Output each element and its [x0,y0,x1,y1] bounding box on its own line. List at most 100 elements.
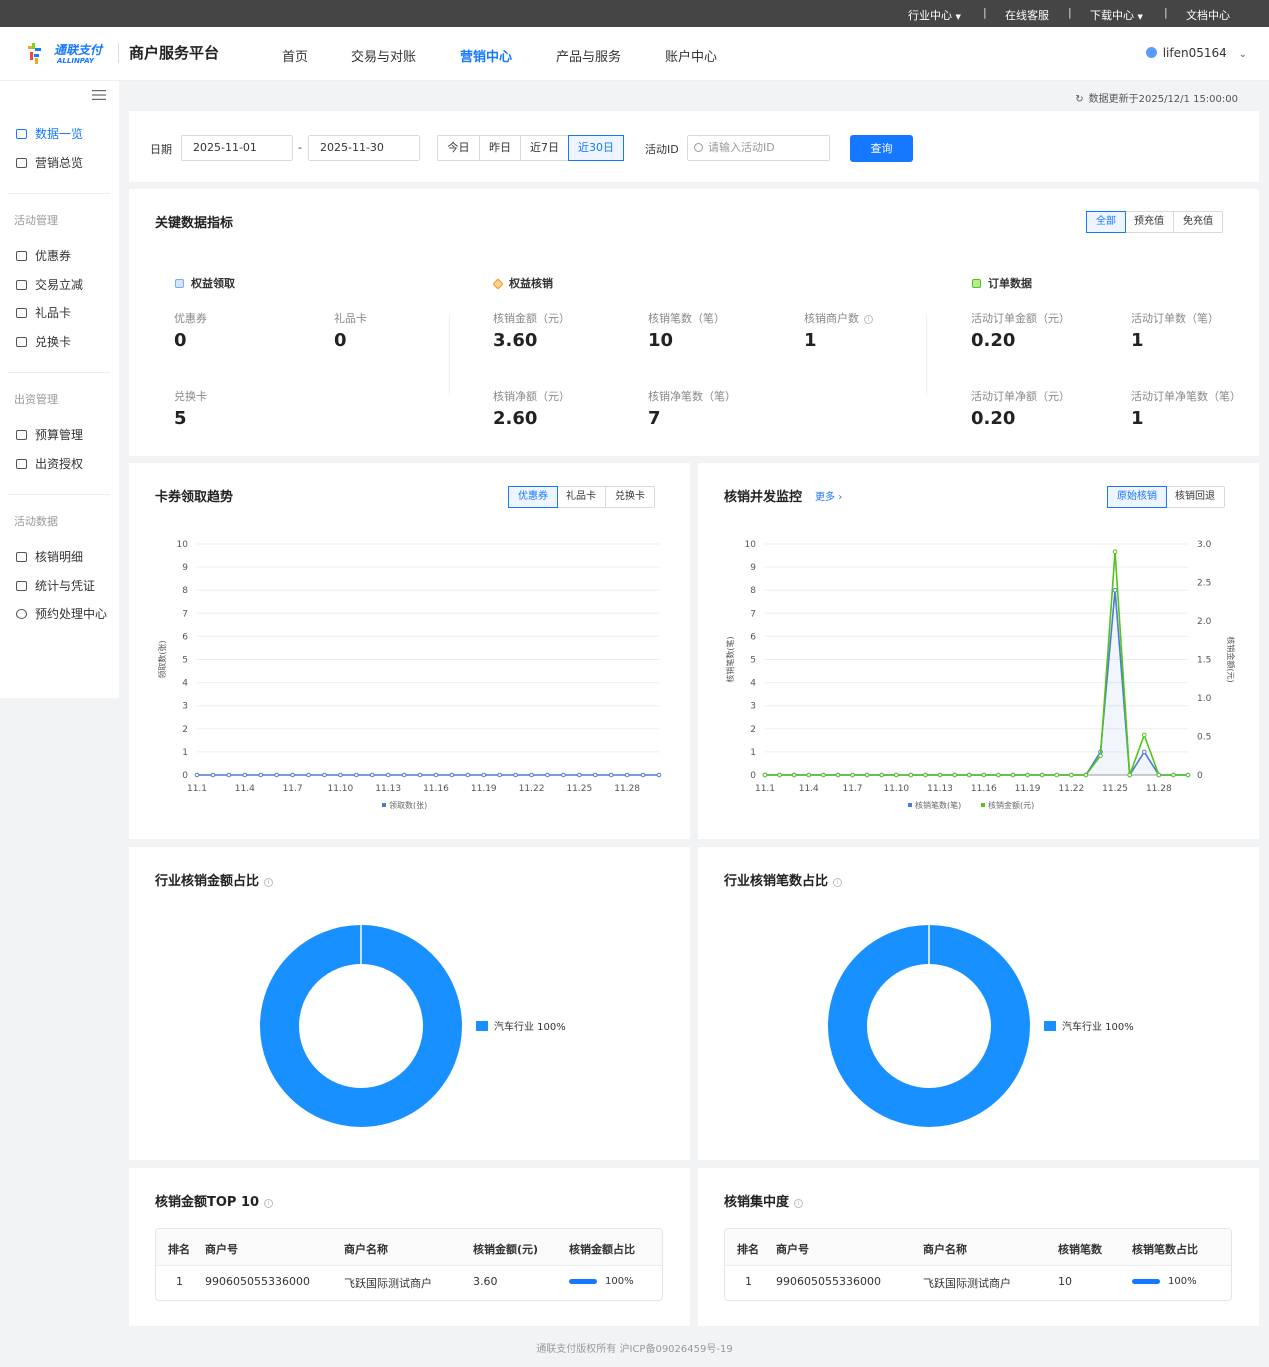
industry-amount-donut [260,925,462,1127]
data-point [893,772,899,778]
pie-legend-item[interactable]: 汽车行业 100% [1044,1018,1134,1033]
info-icon[interactable]: i [264,878,274,887]
cell-merchant-name: 飞跃国际测试商户 [923,1277,1011,1290]
info-icon[interactable]: i [833,878,843,887]
tab-original-redeem[interactable]: 原始核销 [1107,486,1167,508]
more-link[interactable]: 更多 › [815,488,842,503]
divider [449,315,450,395]
tab-all[interactable]: 全部 [1086,211,1126,233]
quick-date-selector: 今日 昨日 近7日 近30日 [437,135,624,161]
column-header: 排名 [737,1243,759,1256]
column-header: 排名 [168,1243,190,1256]
trend-title: 卡券领取趋势 [155,490,234,505]
y-right-tick-label: 1.5 [1197,656,1211,666]
nav-marketing[interactable]: 营销中心 [460,46,512,65]
data-point [194,772,200,778]
sidebar-item-redeem-detail[interactable]: 核销明细 [16,548,83,565]
metric-label: 活动订单净笔数（笔） [1131,390,1241,403]
sidebar-item-funding-auth[interactable]: 出资授权 [16,455,83,472]
sidebar-item-label: 统计与凭证 [35,579,96,593]
platform-title: 商户服务平台 [118,43,219,63]
sidebar-item-instant-discount[interactable]: 交易立减 [16,276,83,293]
quick-30-days[interactable]: 近30日 [568,135,624,161]
x-tick-label: 11.16 [971,784,997,794]
sidebar-item-reservation[interactable]: 预约处理中心 [16,605,107,622]
x-tick-label: 11.7 [283,784,303,794]
metric-value: 10 [648,330,674,351]
legend-swatch [476,1021,488,1031]
cell-amount: 3.60 [473,1275,498,1288]
y-axis-label: 领取数(张) [157,640,167,678]
update-text: 数据更新于2025/12/1 15:00:00 [1088,94,1238,105]
sidebar-item-marketing-overview[interactable]: 营销总览 [16,154,83,171]
data-point [952,772,957,778]
data-point [497,772,502,778]
column-header: 商户号 [205,1243,238,1256]
y-tick-label: 5 [182,656,188,666]
legend-marker [382,803,386,807]
metric-label-text: 核销商户数 [804,312,859,325]
tab-redeem-rollback[interactable]: 核销回退 [1166,487,1224,507]
pie-legend-item[interactable]: 汽车行业 100% [476,1018,566,1033]
start-date-input[interactable]: 2025-11-01 [181,135,293,161]
tab-gift-card[interactable]: 礼品卡 [557,487,606,507]
kpi-title: 关键数据指标 [155,216,234,231]
docs-center-link[interactable]: 文档中心 [1186,7,1230,23]
y-tick-label: 0 [750,771,756,781]
data-point [274,772,279,778]
menu-collapse-icon[interactable] [92,89,106,101]
download-center-link[interactable]: 下载中心 ▼ [1090,7,1143,23]
y-right-tick-label: 3.0 [1197,540,1212,550]
redeem-title-text: 权益核销 [509,277,553,290]
legend-label: 领取数(张) [389,800,427,810]
info-icon[interactable]: i [264,1199,274,1208]
data-point [513,772,518,778]
allinpay-logo[interactable]: 通联支付 ALLINPAY [26,41,106,67]
quick-7-days[interactable]: 近7日 [521,136,569,160]
data-point [577,772,582,778]
sidebar-item-label: 优惠券 [35,249,72,263]
sidebar-item-gift-card[interactable]: 礼品卡 [16,304,71,321]
refresh-icon[interactable]: ↻ [1075,94,1083,105]
quick-yesterday[interactable]: 昨日 [480,136,521,160]
x-tick-label: 11.16 [423,784,449,794]
info-icon[interactable]: i [794,1199,804,1208]
industry-center-link[interactable]: 行业中心 ▼ [908,7,961,23]
sidebar-item-exchange-card[interactable]: 兑换卡 [16,333,71,350]
sidebar-item-budget[interactable]: 预算管理 [16,426,83,443]
activity-id-input[interactable]: 请输入活动ID [687,135,830,161]
data-point [226,772,232,778]
user-avatar-icon [1145,47,1157,58]
y-right-tick-label: 0 [1197,771,1203,781]
nav-home[interactable]: 首页 [282,46,308,65]
data-point [1156,772,1162,778]
data-point [656,772,662,778]
info-icon[interactable]: i [864,315,873,324]
tab-coupon[interactable]: 优惠券 [508,486,558,508]
search-icon [694,143,703,152]
y-tick-label: 5 [750,656,756,666]
legend-swatch [1044,1021,1056,1031]
quick-today[interactable]: 今日 [438,136,480,160]
tab-exchange-card[interactable]: 兑换卡 [606,487,654,507]
data-point [981,772,987,778]
x-tick-label: 11.10 [327,784,353,794]
sidebar-item-coupon[interactable]: 优惠券 [16,247,71,264]
end-date-input[interactable]: 2025-11-30 [308,135,420,161]
query-button[interactable]: 查询 [850,135,913,162]
data-point [791,772,797,778]
sidebar-item-data-overview[interactable]: 数据一览 [16,125,83,142]
nav-account[interactable]: 账户中心 [665,46,717,65]
user-menu[interactable]: lifen05164 ⌄ [1145,46,1247,60]
tab-prepaid[interactable]: 预充值 [1125,212,1174,232]
sidebar-item-statistics[interactable]: 统计与凭证 [16,577,95,594]
download-center-label: 下载中心 [1090,9,1134,22]
tab-no-prepaid[interactable]: 免充值 [1174,212,1222,232]
nav-transactions[interactable]: 交易与对账 [351,46,416,65]
sidebar-item-label: 营销总览 [35,156,84,170]
top10-table: 排名 商户号 商户名称 核销金额(元) 核销金额占比 1 99060505533… [155,1228,663,1301]
online-service-link[interactable]: 在线客服 [1005,7,1049,23]
nav-products[interactable]: 产品与服务 [556,46,621,65]
authorization-icon [16,459,27,469]
caret-down-icon: ▼ [955,13,961,21]
